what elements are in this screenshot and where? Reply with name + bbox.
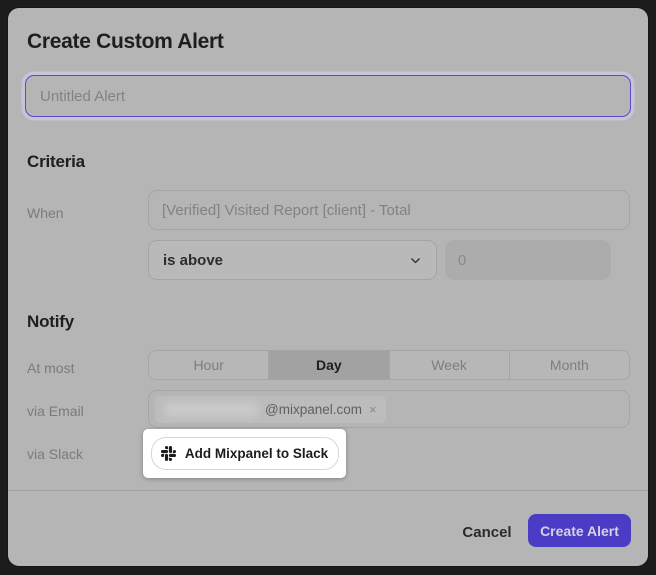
at-most-label: At most <box>27 360 74 376</box>
frequency-segmented-control: Hour Day Week Month <box>148 350 630 380</box>
slack-button-label: Add Mixpanel to Slack <box>185 446 328 461</box>
frequency-option-month[interactable]: Month <box>510 351 629 379</box>
metric-value: [Verified] Visited Report [client] - Tot… <box>162 202 411 219</box>
operator-value: is above <box>163 252 223 269</box>
frequency-option-hour[interactable]: Hour <box>149 351 269 379</box>
metric-select[interactable]: [Verified] Visited Report [client] - Tot… <box>148 190 630 230</box>
email-recipients-input[interactable]: @mixpanel.com × <box>148 390 630 428</box>
email-chip: @mixpanel.com × <box>155 396 386 423</box>
frequency-option-day[interactable]: Day <box>269 351 389 379</box>
footer-divider <box>8 490 648 491</box>
criteria-heading: Criteria <box>27 152 85 172</box>
create-custom-alert-dialog: Create Custom Alert Criteria When [Verif… <box>8 8 648 566</box>
create-alert-button[interactable]: Create Alert <box>528 514 631 547</box>
operator-dropdown[interactable]: is above <box>148 240 437 280</box>
when-label: When <box>27 205 64 221</box>
cancel-button[interactable]: Cancel <box>455 520 519 544</box>
chevron-down-icon <box>409 254 422 267</box>
email-domain: @mixpanel.com <box>265 402 362 417</box>
notify-heading: Notify <box>27 312 74 332</box>
via-slack-label: via Slack <box>27 446 83 462</box>
remove-email-icon[interactable]: × <box>369 403 377 416</box>
email-user-redacted <box>164 402 258 417</box>
dialog-title: Create Custom Alert <box>27 30 224 54</box>
frequency-option-week[interactable]: Week <box>390 351 510 379</box>
alert-name-input[interactable] <box>25 75 631 117</box>
slack-button-spotlight: Add Mixpanel to Slack <box>143 429 346 478</box>
via-email-label: via Email <box>27 403 84 419</box>
slack-icon <box>161 446 176 461</box>
add-mixpanel-to-slack-button[interactable]: Add Mixpanel to Slack <box>151 437 339 470</box>
threshold-input[interactable] <box>445 240 611 280</box>
